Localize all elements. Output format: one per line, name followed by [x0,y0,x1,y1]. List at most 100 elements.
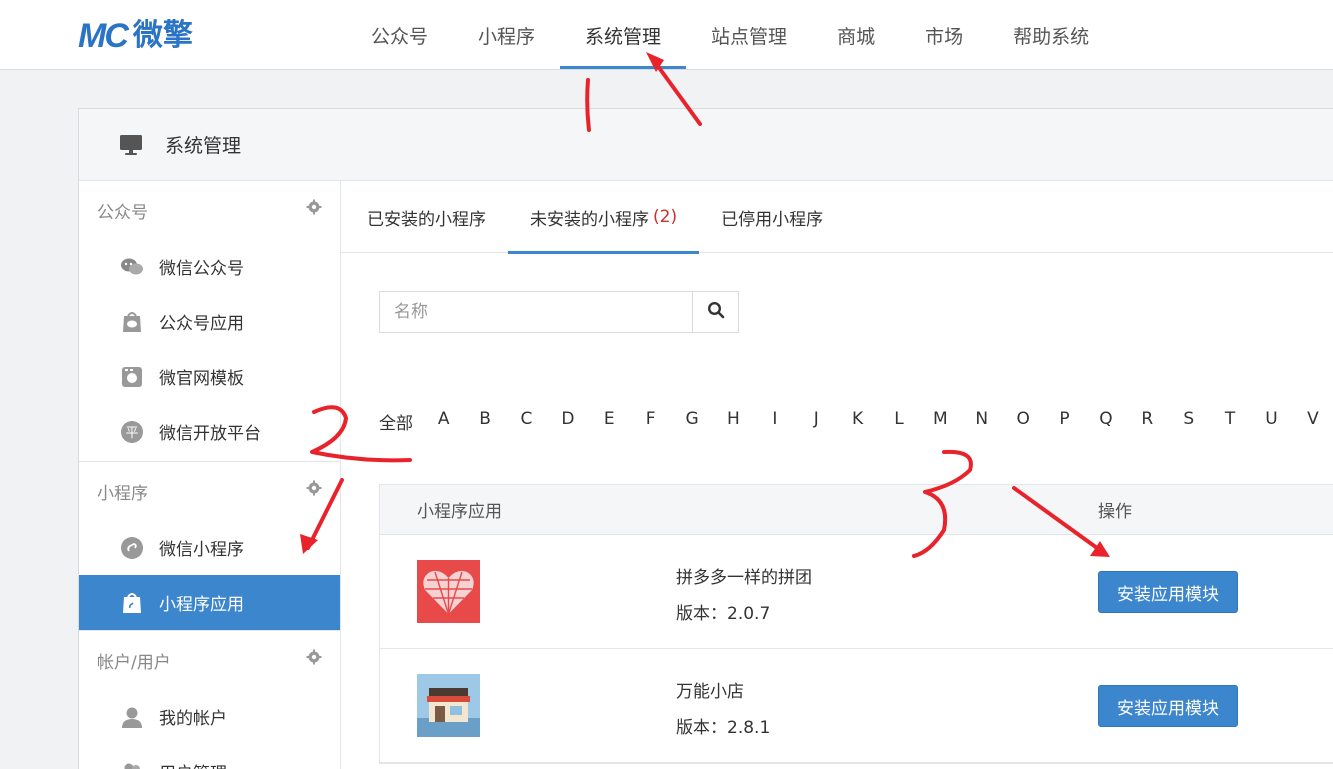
sidebar-item-account-apps[interactable]: 公众号应用 [79,294,340,349]
tab-installed[interactable]: 已安装的小程序 [345,181,508,253]
sidebar-item-miniprogram-apps[interactable]: 小程序应用 [79,575,340,630]
tab-label: 已停用小程序 [721,209,824,230]
letter-filter-d[interactable]: D [547,409,588,434]
tab-label: 未安装的小程序 [530,209,649,230]
nav-item-help[interactable]: 帮助系统 [988,0,1114,70]
letter-filter-all[interactable]: 全部 [379,409,423,434]
letter-filter-l[interactable]: L [878,409,919,434]
sidebar-item-label: 我的帐户 [159,709,227,729]
letter-filter-f[interactable]: F [630,409,671,434]
search-bar [379,291,739,333]
sidebar-item-wechat-miniprogram[interactable]: 微信小程序 [79,520,340,575]
tab-not-installed[interactable]: 未安装的小程序 (2) [508,181,700,254]
panel-title: 系统管理 [165,135,242,157]
platform-icon: 平 [119,419,145,445]
install-module-button[interactable]: 安装应用模块 [1098,571,1238,613]
sidebar-group-official-account: 公众号 [79,181,340,239]
main-content: 已安装的小程序 未安装的小程序(2) 已停用小程序 全部 ABCDEFGHIJK… [341,181,1333,769]
letter-filter-g[interactable]: G [671,409,712,434]
letter-filter-m[interactable]: M [920,409,961,434]
sidebar-item-label: 微信小程序 [159,540,244,560]
app-version: 版本：2.8.1 [676,718,771,738]
nav-item-label: 商城 [837,25,876,48]
letter-filter-o[interactable]: O [1002,409,1043,434]
letter-filter-e[interactable]: E [589,409,630,434]
logo-text: 微擎 [132,18,193,53]
tab-label: 已安装的小程序 [367,209,486,230]
letter-filter-b[interactable]: B [464,409,505,434]
sidebar-group-miniprogram: 小程序 [79,462,340,520]
miniprogram-icon [119,535,145,561]
table-row: 万能小店 版本：2.8.1 安装应用模块 [380,649,1333,763]
logo[interactable]: MC 微擎 [78,16,193,56]
letter-filter-n[interactable]: N [961,409,1002,434]
gear-icon[interactable] [306,649,324,667]
nav-item-label: 站点管理 [711,25,788,48]
column-header-operation: 操作 [1098,502,1132,522]
sidebar-item-open-platform[interactable]: 平 微信开放平台 [79,404,340,459]
gear-icon[interactable] [306,480,324,498]
table-header: 小程序应用 操作 [380,485,1333,535]
column-header-app: 小程序应用 [417,502,502,522]
nav-item-label: 帮助系统 [1013,25,1090,48]
user-icon [119,704,145,730]
nav-item-market[interactable]: 市场 [900,0,988,70]
app-version: 版本：2.0.7 [676,604,771,624]
nav-item-label: 市场 [925,25,964,48]
sidebar-item-wechat-account[interactable]: 微信公众号 [79,239,340,294]
nav-item-label: 小程序 [478,25,536,48]
logo-mark: MC [78,17,129,55]
install-module-button[interactable]: 安装应用模块 [1098,685,1238,727]
letter-filter-h[interactable]: H [713,409,754,434]
tab-count-badge: (2) [653,207,678,227]
sidebar-group-title: 帐户/用户 [97,652,171,673]
letter-filter-a[interactable]: A [423,409,464,434]
letter-filter-s[interactable]: S [1168,409,1209,434]
letter-filter: 全部 ABCDEFGHIJKLMNOPQRSTUV [379,409,1333,434]
letter-filter-c[interactable]: C [506,409,547,434]
letter-filter-k[interactable]: K [837,409,878,434]
nav-item-label: 公众号 [371,25,429,48]
nav-item-mall[interactable]: 商城 [812,0,900,70]
nav-item-official-account[interactable]: 公众号 [346,0,453,70]
app-bag-icon [119,590,145,616]
sidebar-item-label: 用户管理 [159,759,227,769]
letter-filter-r[interactable]: R [1127,409,1168,434]
tab-bar: 已安装的小程序 未安装的小程序 (2) 已停用小程序 [341,181,1333,254]
sidebar-item-my-account[interactable]: 我的帐户 [79,689,340,744]
sidebar-item-label: 公众号应用 [159,314,244,334]
letter-filter-u[interactable]: U [1251,409,1292,434]
letter-filter-v[interactable]: V [1292,409,1333,434]
nav-item-system[interactable]: 系统管理 [560,0,687,70]
letter-filter-t[interactable]: T [1209,409,1250,434]
nav-item-site[interactable]: 站点管理 [686,0,812,70]
sidebar-item-label: 微官网模板 [159,369,244,389]
sidebar: 公众号 微信公众号 公众号应用 微官网模板 平 微信开放平台 小程序 微信小程序… [79,181,341,769]
tab-disabled[interactable]: 已停用小程序 [699,181,845,253]
top-bar: MC 微擎 公众号 小程序 系统管理 站点管理 商城 市场 帮助系统 [0,0,1333,70]
sidebar-item-label: 小程序应用 [159,595,244,615]
search-input[interactable] [380,292,692,332]
nav-item-label: 系统管理 [585,25,662,48]
gear-icon[interactable] [306,199,324,217]
template-icon [119,364,145,390]
table-row: 拼多多一样的拼团 版本：2.0.7 安装应用模块 [380,535,1333,649]
search-button[interactable] [692,292,738,332]
main-nav: 公众号 小程序 系统管理 站点管理 商城 市场 帮助系统 [346,0,1114,70]
letter-filter-j[interactable]: J [796,409,837,434]
panel-header: 系统管理 [79,109,1333,181]
app-table: 小程序应用 操作 拼多多一样的拼团 版本：2.0.7 安装应用模块 万能小店 版… [379,484,1333,764]
sidebar-item-label: 微信开放平台 [159,424,261,444]
nav-item-miniprogram[interactable]: 小程序 [453,0,560,70]
sidebar-item-site-templates[interactable]: 微官网模板 [79,349,340,404]
app-thumbnail-shop [417,674,480,737]
system-panel: 系统管理 公众号 微信公众号 公众号应用 微官网模板 平 微信开放平台 小程序 … [78,108,1333,769]
sidebar-item-user-management[interactable]: 用户管理 [79,744,340,769]
letter-filter-q[interactable]: Q [1085,409,1126,434]
app-name: 万能小店 [676,682,744,702]
letter-filter-p[interactable]: P [1044,409,1085,434]
search-icon [707,301,725,323]
sidebar-group-account-user: 帐户/用户 [79,631,340,689]
bag-icon [119,309,145,335]
letter-filter-i[interactable]: I [754,409,795,434]
